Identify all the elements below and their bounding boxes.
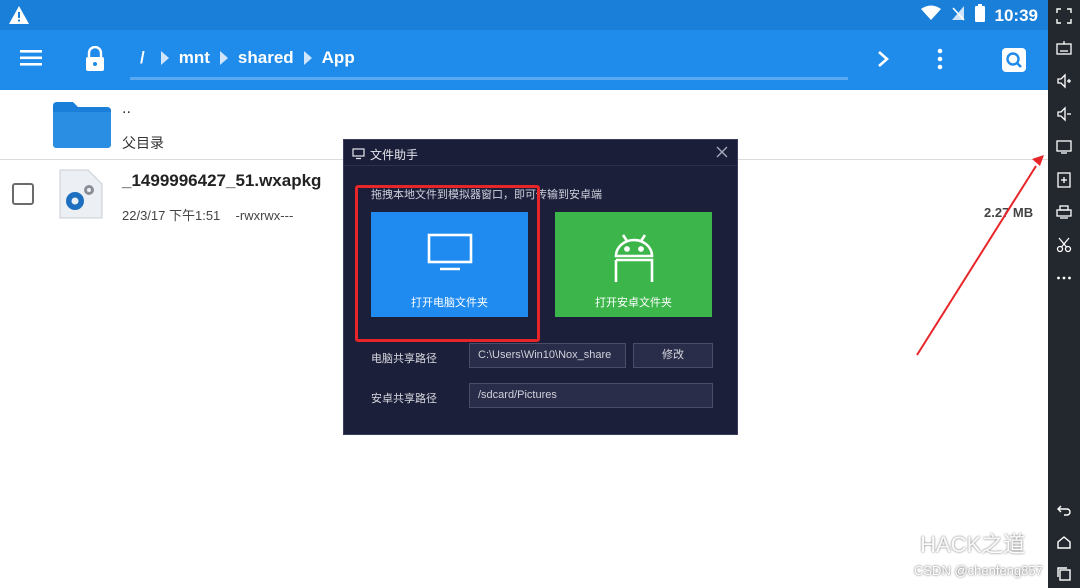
breadcrumb-mnt[interactable]: mnt xyxy=(179,48,210,68)
dialog-title: 文件助手 xyxy=(370,148,419,162)
watermark-text: HACK之道 xyxy=(920,532,1026,557)
no-signal-icon xyxy=(951,5,965,26)
parent-dir-label: 父目录 xyxy=(122,135,164,151)
folder-icon xyxy=(51,98,113,150)
breadcrumb: / mnt shared App xyxy=(130,48,355,68)
menu-icon[interactable] xyxy=(20,48,44,73)
status-bar: 10:39 xyxy=(0,0,1048,30)
file-helper-icon[interactable] xyxy=(1056,139,1072,155)
android-icon xyxy=(610,232,658,289)
keyboard-icon[interactable] xyxy=(1056,40,1072,56)
breadcrumb-app[interactable]: App xyxy=(322,48,355,68)
warning-icon xyxy=(8,5,30,30)
open-android-folder-label: 打开安卓文件夹 xyxy=(595,297,672,309)
more-horiz-icon[interactable] xyxy=(1056,270,1072,286)
breadcrumb-root[interactable]: / xyxy=(140,48,145,68)
printer-icon[interactable] xyxy=(1056,204,1072,220)
battery-icon xyxy=(974,4,985,27)
breadcrumb-separator-icon xyxy=(303,51,312,65)
breadcrumb-separator-icon xyxy=(219,51,228,65)
back-icon[interactable] xyxy=(1056,502,1072,518)
more-vert-icon[interactable] xyxy=(936,48,944,75)
app-bar: / mnt shared App xyxy=(0,30,1048,90)
breadcrumb-shared[interactable]: shared xyxy=(238,48,294,68)
watermark-logo: HACK之道 xyxy=(880,527,1025,559)
emulator-toolbar xyxy=(1048,0,1080,588)
home-icon[interactable] xyxy=(1056,535,1072,551)
add-apk-icon[interactable] xyxy=(1056,172,1072,188)
breadcrumb-underline xyxy=(130,77,848,80)
parent-dir-name: .. xyxy=(122,100,131,117)
modify-button[interactable]: 修改 xyxy=(633,343,713,368)
file-checkbox[interactable] xyxy=(12,183,34,205)
volume-down-icon[interactable] xyxy=(1056,106,1072,122)
breadcrumb-separator-icon xyxy=(160,51,169,65)
android-path-field[interactable]: /sdcard/Pictures xyxy=(469,383,713,408)
recent-apps-icon[interactable] xyxy=(1056,566,1072,582)
clock: 10:39 xyxy=(994,5,1038,25)
search-icon[interactable] xyxy=(1002,48,1026,72)
pc-path-label: 电脑共享路径 xyxy=(371,353,437,365)
csdn-watermark: CSDN @chenfeng857 xyxy=(914,563,1043,578)
monitor-icon xyxy=(352,147,365,165)
pc-path-field[interactable]: C:\Users\Win10\Nox_share xyxy=(469,343,626,368)
file-date: 22/3/17 下午1:51 xyxy=(122,208,221,223)
close-icon[interactable] xyxy=(715,145,729,164)
highlight-box xyxy=(355,185,540,342)
dialog-titlebar: 文件助手 xyxy=(344,140,737,166)
chevron-right-icon[interactable] xyxy=(876,49,890,74)
file-meta: 22/3/17 下午1:51 -rwxrwx--- xyxy=(122,205,293,224)
file-permissions: -rwxrwx--- xyxy=(235,208,294,223)
open-android-folder-button[interactable]: 打开安卓文件夹 xyxy=(555,212,712,317)
file-name[interactable]: _1499996427_51.wxapkg xyxy=(122,171,321,191)
volume-up-icon[interactable] xyxy=(1056,73,1072,89)
settings-file-icon xyxy=(56,168,104,220)
lock-icon[interactable] xyxy=(84,45,106,77)
scissors-icon[interactable] xyxy=(1056,237,1072,253)
wifi-icon xyxy=(920,5,941,26)
fullscreen-icon[interactable] xyxy=(1056,8,1072,24)
file-size: 2.27 MB xyxy=(984,205,1034,220)
android-path-label: 安卓共享路径 xyxy=(371,393,437,405)
